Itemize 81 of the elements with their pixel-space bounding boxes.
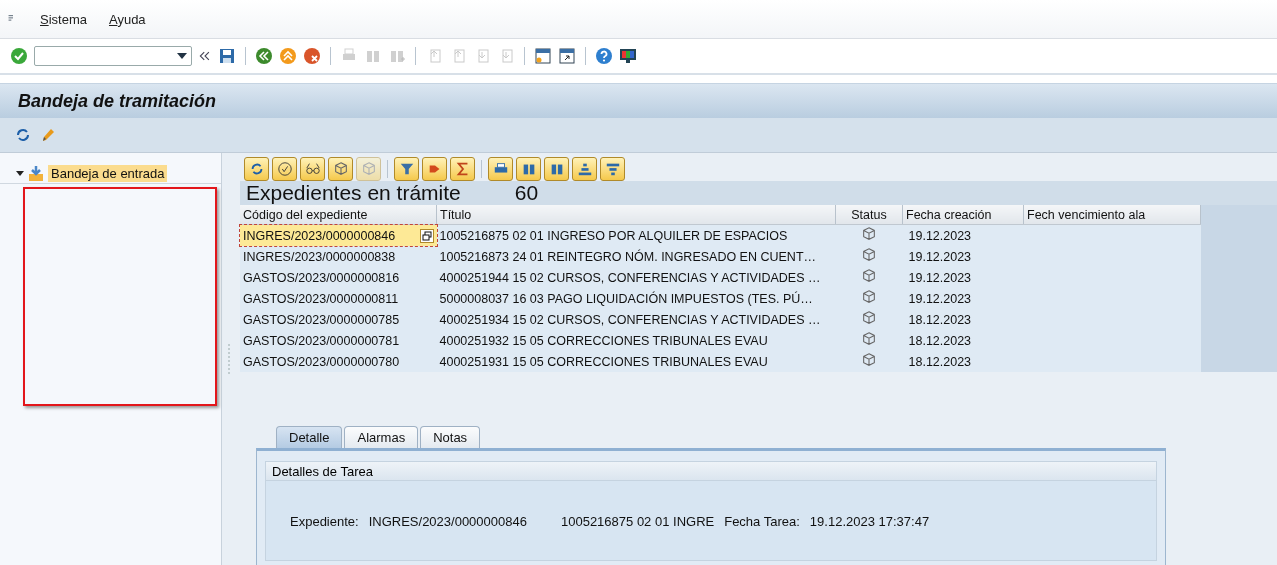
table-cell[interactable]: GASTOS/2023/0000000785 xyxy=(240,309,437,330)
sort-ascending-button[interactable] xyxy=(572,157,597,181)
check-button[interactable] xyxy=(272,157,297,181)
find-button[interactable] xyxy=(516,157,541,181)
record-count: 60 xyxy=(514,181,539,205)
tab[interactable]: Detalle xyxy=(276,426,343,448)
exit-icon[interactable] xyxy=(279,47,297,65)
table-cell[interactable]: INGRES/2023/0000000846 xyxy=(240,224,437,246)
display-button[interactable] xyxy=(300,157,325,181)
dropdown-caret-icon xyxy=(177,53,187,59)
table-cell: 5000008037 16 03 PAGO LIQUIDACIÓN IMPUESTOS (TES. PÚ… xyxy=(436,288,836,309)
popup-icon[interactable] xyxy=(419,228,434,243)
check-icon xyxy=(276,161,293,177)
table-cell[interactable]: GASTOS/2023/0000000781 xyxy=(240,330,437,351)
cube-icon xyxy=(861,268,877,284)
screen-title: Bandeja de tramitación xyxy=(18,90,217,112)
refresh-icon[interactable] xyxy=(14,126,32,144)
funnel-icon xyxy=(398,161,415,177)
field-value: INGRES/2023/0000000846 xyxy=(368,514,527,529)
splitter-handle-icon[interactable] xyxy=(227,344,231,374)
table-cell: 18.12.2023 xyxy=(902,351,1024,372)
filter-button[interactable] xyxy=(394,157,419,181)
sort-descending-button[interactable] xyxy=(600,157,625,181)
bars-icon xyxy=(576,161,593,177)
list-heading: Expedientes en trámite xyxy=(246,181,461,205)
save-icon[interactable] xyxy=(218,47,236,65)
table-cell: 19.12.2023 xyxy=(902,288,1024,309)
cube-icon xyxy=(861,289,877,305)
menu-item[interactable]: Ayuda xyxy=(108,11,146,27)
help-icon[interactable] xyxy=(595,47,613,65)
funnel-bars-icon xyxy=(604,161,621,177)
cube-icon xyxy=(332,161,349,177)
table-cell: 1005216873 24 01 REINTEGRO NÓM. INGRESADO EN CUENT… xyxy=(436,246,836,267)
glasses-icon xyxy=(304,161,321,177)
cube-icon xyxy=(861,310,877,326)
command-field[interactable] xyxy=(34,46,192,66)
window-icon[interactable] xyxy=(534,47,552,65)
find-next-button[interactable] xyxy=(544,157,569,181)
subtotal-button[interactable] xyxy=(450,157,475,181)
tree-item[interactable]: Bandeja de entrada xyxy=(48,164,168,182)
table-cell: 19.12.2023 xyxy=(902,246,1024,267)
field-value: 1005216875 02 01 INGRE xyxy=(560,514,715,529)
tab[interactable]: Alarmas xyxy=(344,426,419,448)
cube-icon xyxy=(861,331,877,347)
table-cell[interactable]: GASTOS/2023/0000000811 xyxy=(240,288,437,309)
table-cell: 4000251931 15 05 CORRECCIONES TRIBUNALES EVAU xyxy=(436,351,836,372)
column-header[interactable]: Código del expediente xyxy=(240,205,437,225)
table-cell: 4000251944 15 02 CURSOS, CONFERENCIAS Y ACTIVIDADES … xyxy=(436,267,836,288)
back-icon[interactable] xyxy=(255,47,273,65)
check-icon[interactable] xyxy=(10,47,28,65)
table-cell[interactable]: GASTOS/2023/0000000816 xyxy=(240,267,437,288)
cube-icon xyxy=(360,161,377,177)
cube-icon xyxy=(861,247,877,263)
table-cell: 1005216875 02 01 INGRESO POR ALQUILER DE ESPACIOS xyxy=(436,224,836,246)
inbox-icon xyxy=(27,164,45,182)
field-label: Fecha Tarea: xyxy=(724,514,800,529)
detail-button[interactable] xyxy=(328,157,353,181)
section-title: Detalles de Tarea xyxy=(266,462,1156,481)
column-header[interactable]: Status xyxy=(835,205,903,225)
expanded-arrow-icon[interactable] xyxy=(16,169,24,177)
column-header[interactable]: Fech vencimiento ala xyxy=(1023,205,1201,225)
table-cell: 18.12.2023 xyxy=(902,309,1024,330)
refresh-button[interactable] xyxy=(244,157,269,181)
cancel-icon[interactable] xyxy=(303,47,321,65)
field-value: 19.12.2023 17:37:47 xyxy=(809,514,930,529)
table-cell[interactable]: GASTOS/2023/0000000780 xyxy=(240,351,437,372)
table-cell[interactable]: INGRES/2023/0000000838 xyxy=(240,246,437,267)
column-header[interactable]: Título xyxy=(436,205,836,225)
cube-icon xyxy=(861,352,877,368)
cube-icon xyxy=(861,226,877,242)
menu-item[interactable]: Sistema xyxy=(40,11,87,27)
table-cell: 18.12.2023 xyxy=(902,330,1024,351)
table-cell: 19.12.2023 xyxy=(902,224,1024,246)
tab[interactable]: Notas xyxy=(420,426,481,448)
column-header[interactable]: Fecha creación xyxy=(902,205,1024,225)
print-button[interactable] xyxy=(488,157,513,181)
table-cell: 4000251932 15 05 CORRECCIONES TRIBUNALES EVAU xyxy=(436,330,836,351)
field-label: Expediente: xyxy=(290,514,359,529)
table-cell: 4000251934 15 02 CURSOS, CONFERENCIAS Y ACTIVIDADES … xyxy=(436,309,836,330)
monitor-icon[interactable] xyxy=(619,47,637,65)
table-cell: 19.12.2023 xyxy=(902,267,1024,288)
